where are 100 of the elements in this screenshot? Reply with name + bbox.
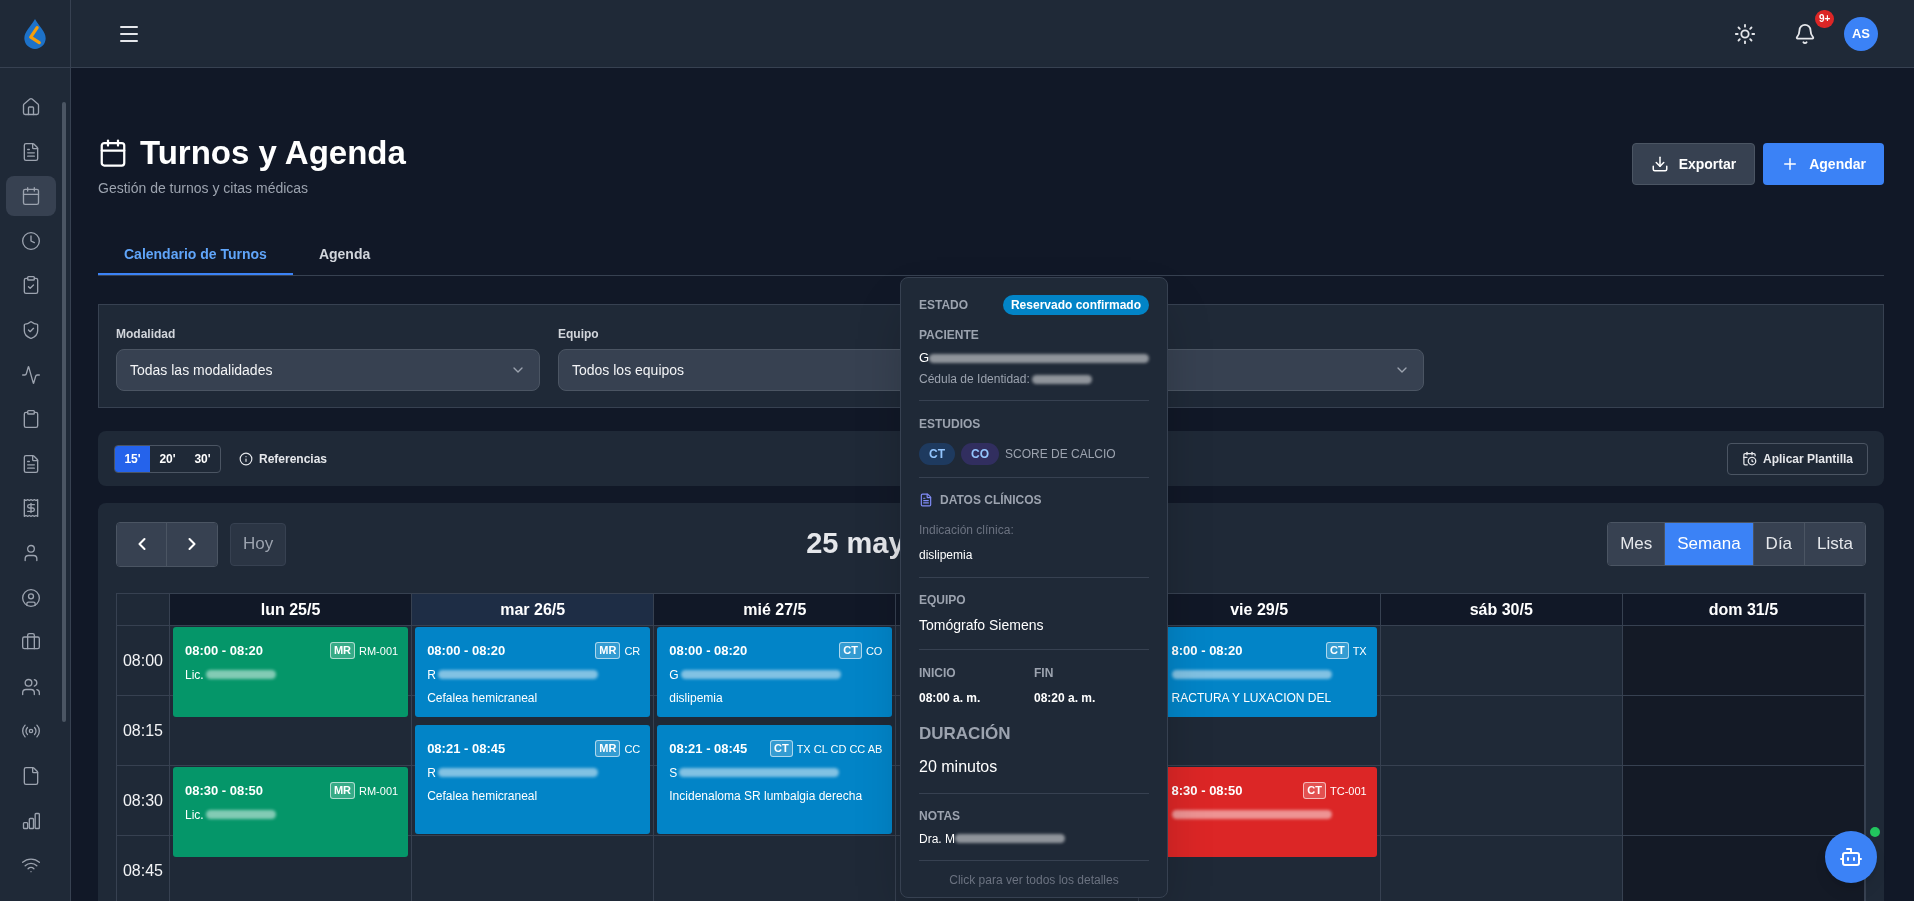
filter-select[interactable]: Todas las modalidades xyxy=(116,349,540,391)
appointment-time: 08:21 - 08:45 xyxy=(669,740,748,758)
patient-name: G xyxy=(919,349,930,368)
previous-button[interactable] xyxy=(117,522,167,566)
document-icon xyxy=(21,141,41,162)
robot-icon xyxy=(1839,845,1863,869)
next-button[interactable] xyxy=(167,522,217,566)
equipment-code: CC xyxy=(624,741,641,757)
view-option[interactable]: Mes xyxy=(1608,523,1666,565)
clinical-indication: dislipemia xyxy=(919,547,974,564)
appointment-card[interactable]: 08:21 - 08:45 CT TX CL CD CC AB S Incidenaloma SR lumbalgia derecha xyxy=(657,725,893,834)
calendar-icon xyxy=(98,138,128,168)
modality-tag: MR xyxy=(329,782,355,800)
interval-option[interactable]: 20' xyxy=(150,445,185,472)
modality-tag: CT xyxy=(1303,782,1326,800)
day-label: sáb 30/5 xyxy=(1469,599,1533,620)
clipboard-icon xyxy=(21,409,41,430)
file-icon xyxy=(21,765,41,786)
appointment-time: 8:30 - 08:50 xyxy=(1171,782,1243,800)
appointment-card[interactable]: 08:21 - 08:45 MR CC R Cefalea hemicraneal xyxy=(415,725,651,834)
references-button[interactable]: Referencias xyxy=(239,449,328,468)
equipment-code: CR xyxy=(624,643,641,659)
patient-name: G xyxy=(669,666,679,684)
blurred-text xyxy=(205,810,276,819)
field-label: FIN xyxy=(1034,665,1055,682)
users-icon xyxy=(21,676,41,697)
modality-tag: CT xyxy=(769,740,793,758)
home-icon xyxy=(21,97,41,117)
view-option[interactable]: Día xyxy=(1753,523,1806,565)
study-tag: CT xyxy=(919,443,955,465)
appointment-card[interactable]: 08:00 - 08:20 CT CO G dislipemia xyxy=(657,627,893,717)
details-hint[interactable]: Click para ver todos los detalles xyxy=(919,870,1149,889)
export-button[interactable]: Exportar xyxy=(1631,143,1756,185)
schedule-button[interactable]: Agendar xyxy=(1763,143,1884,185)
appointment-card[interactable]: 08:00 - 08:20 MR RM-001 Lic. xyxy=(173,627,409,717)
field-label: EQUIPO xyxy=(919,592,967,609)
view-option[interactable]: Lista xyxy=(1805,523,1865,565)
appointment-time: 08:00 - 08:20 xyxy=(669,642,748,660)
view-option[interactable]: Semana xyxy=(1665,523,1754,565)
equipment-code: TX CL CD CC AB xyxy=(796,741,883,757)
sun-icon xyxy=(1734,22,1756,45)
bell-icon xyxy=(1794,22,1816,45)
clipboard-check-icon xyxy=(21,275,41,296)
day-label: vie 29/5 xyxy=(1230,599,1289,620)
blurred-text xyxy=(205,670,276,679)
document-icon xyxy=(919,493,933,507)
appointment-card[interactable]: 08:30 - 08:50 MR RM-001 Lic. xyxy=(173,767,409,857)
pulse-icon xyxy=(21,364,41,385)
filter-label: Equipo xyxy=(558,326,599,343)
start-time: 08:00 a. m. xyxy=(919,690,982,707)
appointment-time: 08:00 - 08:20 xyxy=(185,642,264,660)
clock-icon xyxy=(21,230,41,251)
modality-tag: MR xyxy=(595,642,621,660)
calendar-icon xyxy=(21,186,41,207)
calendar-clock-icon xyxy=(1741,451,1757,466)
shield-check-icon xyxy=(21,319,41,340)
field-label: NOTAS xyxy=(919,807,962,825)
notification-count: 9+ xyxy=(1815,9,1835,28)
patient-name: S xyxy=(669,764,678,782)
user-avatar[interactable]: AS xyxy=(1844,16,1878,51)
appointment-time: 08:21 - 08:45 xyxy=(427,740,506,758)
equipment-code: RM-001 xyxy=(359,643,399,659)
day-label: dom 31/5 xyxy=(1708,599,1779,620)
today-button[interactable]: Hoy xyxy=(230,522,287,566)
patient-name: R xyxy=(427,666,436,684)
tab[interactable]: Agenda xyxy=(292,235,397,275)
field-label: DURACIÓN xyxy=(919,723,1012,745)
online-indicator xyxy=(1870,827,1880,837)
appointment-time: 08:30 - 08:50 xyxy=(185,782,264,800)
time-label: 08:15 xyxy=(122,720,163,741)
appointment-card[interactable]: 08:00 - 08:20 MR CR R Cefalea hemicraneal xyxy=(415,627,651,717)
modality-tag: MR xyxy=(595,740,621,758)
receipt-icon xyxy=(21,498,41,519)
interval-option[interactable]: 15' xyxy=(115,445,150,472)
apply-template-button[interactable]: Aplicar Plantilla xyxy=(1726,442,1868,475)
field-label: PACIENTE xyxy=(919,327,980,344)
info-icon xyxy=(239,451,253,466)
appointment-description: dislipemia xyxy=(669,689,724,707)
field-label: ESTUDIOS xyxy=(919,416,982,433)
time-label: 08:00 xyxy=(122,650,163,671)
notifications-button[interactable] xyxy=(1794,22,1816,45)
bar-chart-icon xyxy=(21,810,41,831)
duration-value: 20 minutos xyxy=(919,756,999,777)
notes-text: Dra. M xyxy=(919,830,955,848)
section-title: DATOS CLÍNICOS xyxy=(940,491,1042,509)
download-icon xyxy=(1650,155,1669,173)
equipment-code: TC-001 xyxy=(1330,783,1367,799)
equipment-name: Tomógrafo Siemens xyxy=(919,616,1045,635)
patient-name: R xyxy=(427,764,436,782)
modality-tag: CT xyxy=(1325,642,1349,660)
logo-icon xyxy=(22,17,48,50)
sidebar-item[interactable] xyxy=(6,176,56,217)
appointment-description: Incidenaloma SR lumbalgia derecha xyxy=(669,787,864,805)
appointment-time: 08:00 - 08:20 xyxy=(427,642,506,660)
interval-option[interactable]: 30' xyxy=(185,445,220,472)
tab[interactable]: Calendario de Turnos xyxy=(98,235,293,275)
patient-name: Lic. xyxy=(185,806,204,824)
theme-toggle[interactable] xyxy=(1734,22,1756,45)
appointment-time: 8:00 - 08:20 xyxy=(1171,642,1243,660)
field-label: Indicación clínica: xyxy=(919,522,1015,539)
